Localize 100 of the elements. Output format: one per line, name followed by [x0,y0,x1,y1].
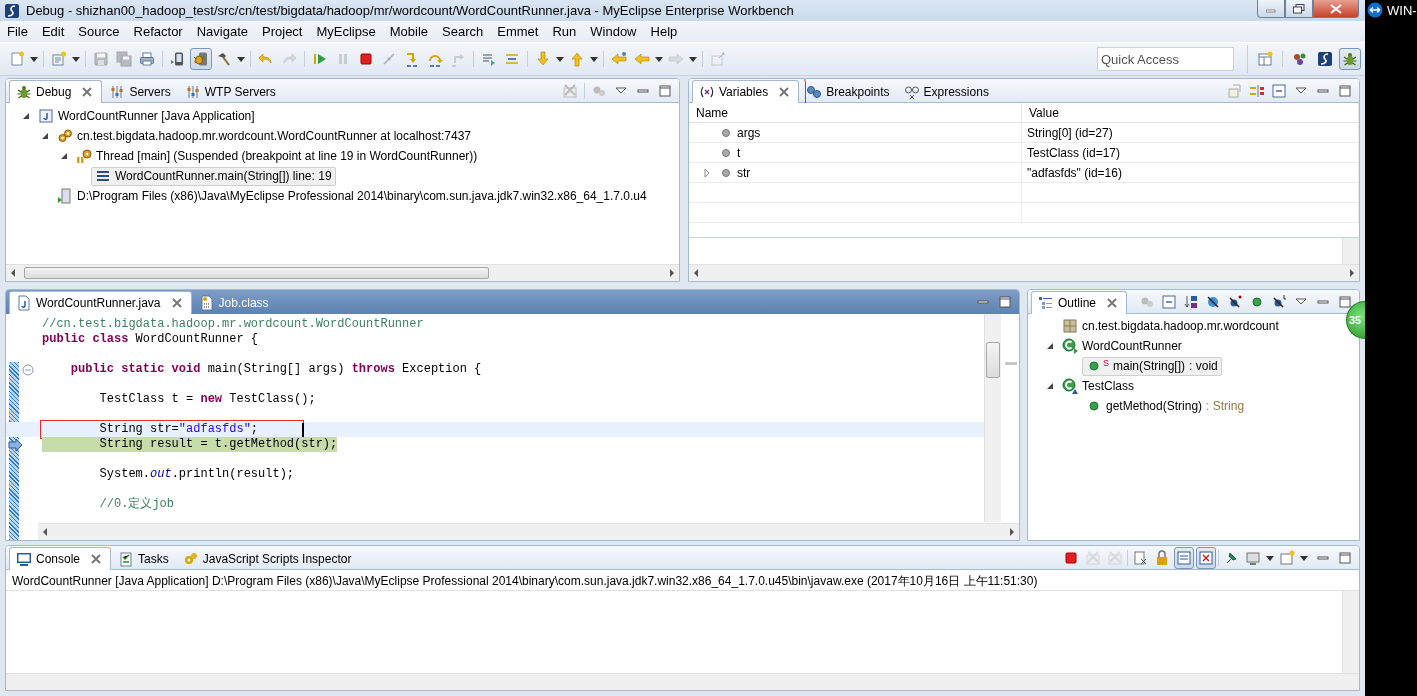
maximize-icon[interactable] [1337,293,1353,310]
view-tab[interactable]: Breakpoints [799,80,897,102]
collapse-all-icon[interactable] [1271,82,1287,99]
clear-console-icon [1132,549,1148,566]
scroll-left-icon[interactable] [41,527,49,537]
code-line: public class WordCountRunner { [42,332,259,347]
remote-app-icon[interactable] [1367,2,1383,18]
tree-item[interactable]: getMethod(String) : String [1082,396,1249,416]
view-tab[interactable]: Debug [9,80,103,103]
maximize-icon[interactable] [1337,549,1353,566]
collapse-all-icon[interactable] [1161,293,1177,310]
terminate-icon [1063,549,1079,566]
vertical-scrollbar[interactable] [984,314,1001,522]
perspective-button[interactable] [1339,48,1361,70]
menu-item[interactable]: Emmet [490,24,546,39]
thread-icon [76,148,92,164]
view-tab[interactable]: WordCountRunner.java [9,291,192,314]
vertical-scrollbar[interactable] [1342,591,1359,673]
tree-item[interactable]: D:\Program Files (x86)\Java\MyEclipse Professional 2014\binary\com.sun.java.jdk7.win32.x86_64_1.7.0.u4 [53,186,651,206]
back-icon [634,51,650,67]
toolbar-button[interactable] [1196,546,1216,569]
maximize-icon[interactable] [657,82,673,99]
horizontal-scrollbar[interactable] [6,264,679,281]
app-logo-icon [4,2,20,19]
tree-item[interactable]: WordCountRunner [1058,336,1186,356]
hide-local-types-icon[interactable] [1271,293,1287,310]
view-tab[interactable]: Tasks [111,547,176,569]
mobile-device-icon [170,51,186,67]
menu-item[interactable]: Mobile [382,24,436,39]
variable-name: args [737,125,761,140]
minimize-button[interactable] [1257,0,1285,18]
main-class-icon [1062,338,1078,354]
glasses-icon [903,83,920,100]
text-cursor [302,422,305,437]
view-tab[interactable]: Outline [1031,291,1128,314]
fold-icon[interactable] [20,361,36,378]
toolbar-button[interactable] [190,48,212,70]
toolbar-button[interactable] [1174,546,1194,569]
maximize-icon[interactable] [997,293,1013,310]
maximize-icon[interactable] [1337,82,1353,99]
java-ee-perspective-icon [1292,51,1308,67]
quick-access-field[interactable]: Quick Access [1097,47,1234,71]
hide-fields-icon[interactable] [1205,293,1221,310]
variable-name: str [737,165,751,180]
package-icon [1062,318,1078,334]
tree-item[interactable]: WordCountRunner [Java Application] [34,106,259,126]
close-button[interactable] [1313,0,1359,18]
debug-perspective-icon [1342,51,1358,67]
view-tab[interactable]: Console [9,547,112,570]
sort-icon[interactable] [1183,293,1199,310]
menu-item[interactable]: File [0,24,35,39]
class-file-icon [198,294,215,311]
column-header[interactable]: Name [689,103,1022,122]
horizontal-scrollbar[interactable] [6,673,1359,690]
taskbar-label[interactable]: WIN- [1387,2,1417,18]
tree-item[interactable]: Thread [main] (Suspended (breakpoint at line 19 in WordCountRunner)) [72,146,482,166]
pin-editor-icon [710,51,726,67]
breakpoints-icon [806,83,823,100]
bug-icon [16,84,32,100]
layout-icon[interactable] [1249,82,1265,99]
scroll-left-icon[interactable] [692,268,700,278]
open-perspective-icon [1257,51,1273,67]
view-tab[interactable]: WTP Servers [177,80,283,102]
menu-item[interactable]: Edit [34,24,72,39]
variable-name: t [737,145,741,160]
code-line: public static void main(String[] args) throws Exception { [69,362,482,377]
display-console-icon[interactable] [1245,549,1261,566]
next-annotation-icon [535,51,551,67]
resume-icon [312,51,328,67]
tree-item[interactable]: TestClass [1058,376,1138,396]
view-tab[interactable]: Expressions [896,80,996,102]
horizontal-scrollbar[interactable] [689,264,1359,281]
remove-all-icon [1107,549,1123,566]
tree-item[interactable]: cn.test.bigdata.hadoop.mr.wordcount [1058,316,1283,336]
menu-item[interactable]: Refactor [126,24,190,39]
scroll-right-icon[interactable] [668,268,676,278]
menu-item[interactable]: Help [643,24,685,39]
menu-item[interactable]: MyEclipse [309,24,383,39]
launch-icon [38,108,54,124]
print-icon [139,51,155,67]
menu-item[interactable]: Search [435,24,491,39]
tree-item[interactable]: cn.test.bigdata.hadoop.mr.wordcount.WordCountRunner at localhost:7437 [53,126,476,146]
scroll-right-icon[interactable] [1008,527,1016,537]
hide-static-icon[interactable] [1227,293,1243,310]
horizontal-scrollbar[interactable] [38,523,1019,540]
column-header[interactable]: Value [1022,103,1359,122]
restore-button[interactable] [1285,0,1313,18]
tree-item[interactable]: WordCountRunner.main(String[]) line: 19 [91,166,336,186]
menu-item[interactable]: Run [545,24,584,39]
step-into-icon [404,51,420,67]
menu-item[interactable]: Navigate [189,24,255,39]
scroll-left-icon[interactable] [9,268,17,278]
vertical-scrollbar[interactable] [1342,238,1359,264]
scroll-right-icon[interactable] [1348,268,1356,278]
menu-item[interactable]: Window [583,24,644,39]
view-tab[interactable]: Servers [102,80,178,102]
menu-item[interactable]: Project [255,24,310,39]
menu-item[interactable]: Source [71,24,127,39]
tree-item[interactable]: $^{S}$ main(String[]) : void [1082,356,1222,376]
view-tab[interactable]: JavaScript Scripts Inspector [175,547,359,569]
